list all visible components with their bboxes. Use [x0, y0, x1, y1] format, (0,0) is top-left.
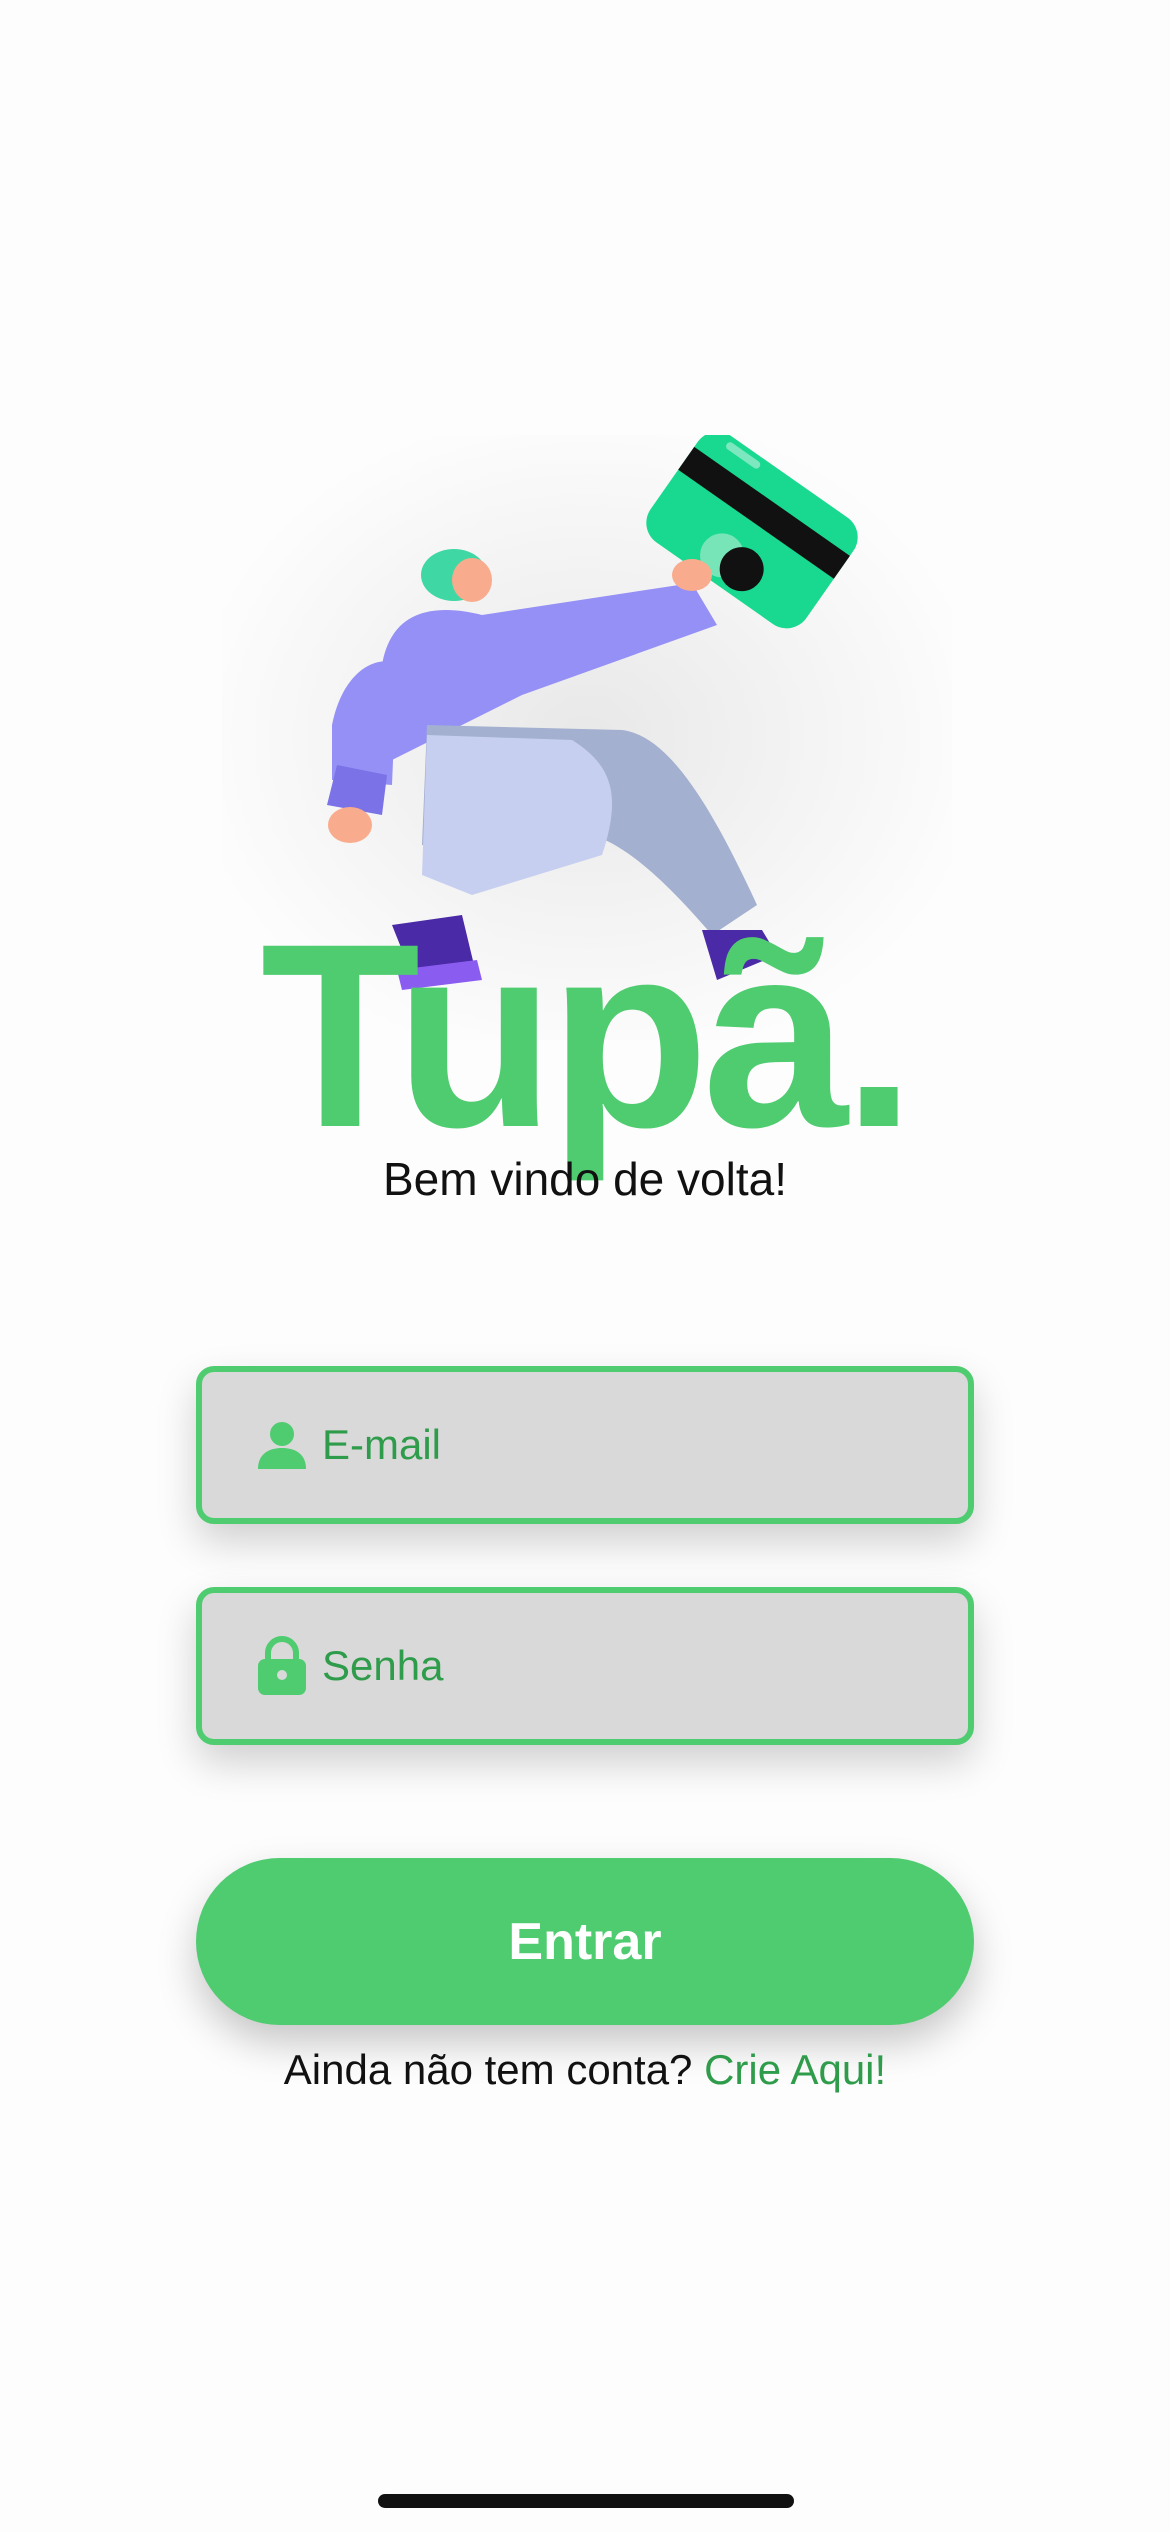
app-logo-text: Tupã. — [260, 889, 915, 1182]
home-indicator[interactable] — [378, 2494, 794, 2508]
email-input[interactable] — [322, 1372, 968, 1518]
password-input[interactable] — [322, 1593, 968, 1739]
welcome-message: Bem vindo de volta! — [382, 1153, 787, 1205]
signup-prompt: Ainda não tem conta? Crie Aqui! — [0, 2046, 1170, 2094]
signup-prompt-text: Ainda não tem conta? — [283, 2046, 693, 2093]
login-button[interactable]: Entrar — [196, 1858, 974, 2025]
signup-link[interactable]: Crie Aqui! — [704, 2046, 886, 2093]
lock-icon — [252, 1636, 312, 1696]
user-icon — [252, 1415, 312, 1475]
email-field[interactable] — [196, 1366, 974, 1524]
password-field[interactable] — [196, 1587, 974, 1745]
login-screen: Tupã. Bem vindo de volta! Entrar Ainda n… — [0, 0, 1170, 2532]
